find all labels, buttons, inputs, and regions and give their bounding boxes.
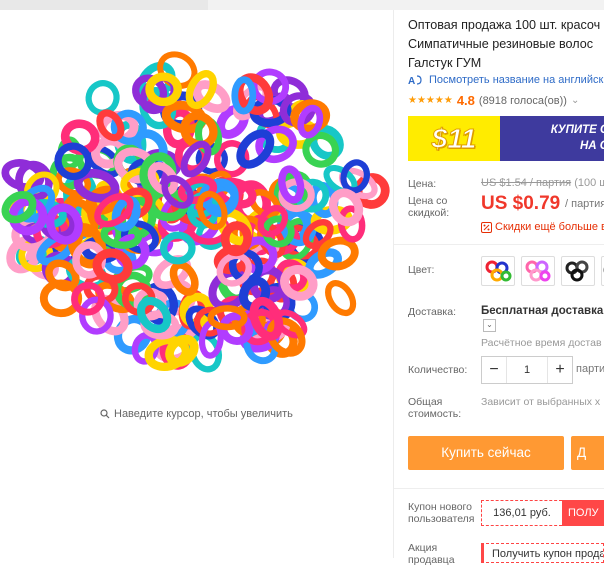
discount-price-label-line: скидкой: (408, 207, 450, 219)
total-label: Общая стоимость: (408, 396, 461, 420)
section-divider (394, 244, 604, 245)
banner-price-box: $11 (408, 116, 500, 161)
translate-link-text[interactable]: Посмотреть название на английск (429, 74, 603, 86)
color-swatch[interactable] (481, 256, 515, 286)
rating[interactable]: ★★★★★ 4.8 (8918 голоса(ов)) ⌄ (408, 93, 579, 108)
total-label-line: стоимость: (408, 408, 462, 420)
store-promo-label: Акция продавца (408, 542, 455, 566)
product-title-line: Галстук ГУМ (408, 56, 482, 70)
product-image[interactable] (0, 24, 393, 394)
total-label-line: Общая (408, 396, 443, 408)
magnifier-icon (100, 409, 110, 419)
banner-price: $11 (431, 122, 477, 154)
zoom-hint-text: Наведите курсор, чтобы увеличить (114, 408, 293, 420)
svg-text:A: A (408, 76, 415, 86)
hair-ties-illustration (1, 51, 390, 373)
coupon-label-line: Купон нового (408, 501, 472, 513)
banner-text: КУПИТЕ СЕ НА СЛ (506, 122, 604, 154)
product-title: Оптовая продажа 100 шт. красоч Симпатичн… (408, 16, 604, 73)
store-coupon-button[interactable]: Получить купон продав (481, 543, 604, 563)
total-value: Зависит от выбранных х (481, 396, 601, 408)
translate-link[interactable]: A Посмотреть название на английск (408, 74, 603, 86)
shipping-value: Бесплатная доставка в (481, 305, 604, 317)
rating-value: 4.8 (456, 93, 475, 108)
hair-tie (325, 280, 357, 317)
hair-tie (236, 129, 275, 169)
quantity-unit: парти (576, 363, 604, 375)
add-to-cart-button[interactable]: Д (571, 436, 604, 470)
color-swatches (481, 256, 604, 286)
buy-now-button[interactable]: Купить сейчас (408, 436, 564, 470)
discount-price-label-line: Цена со (408, 195, 448, 207)
store-promo-label-line: Акция (408, 542, 438, 554)
discount-note-text[interactable]: Скидки ещё больше в (495, 221, 604, 233)
quantity-stepper: − 1 + (481, 356, 573, 384)
get-coupon-button[interactable]: ПОЛУ (562, 500, 604, 526)
price-label: Цена: (408, 178, 437, 190)
section-divider (394, 488, 604, 489)
promo-banner[interactable]: $11 КУПИТЕ СЕ НА СЛ (408, 116, 604, 161)
discount-price-label: Цена со скидкой: (408, 195, 449, 219)
store-promo-label-line: продавца (408, 554, 455, 566)
quantity-increase-button[interactable]: + (548, 357, 572, 383)
quantity-label: Количество: (408, 364, 468, 376)
translate-icon: A (408, 75, 422, 86)
chevron-down-icon[interactable]: ⌄ (571, 95, 579, 106)
per-lot: / партия (565, 198, 604, 210)
quantity-decrease-button[interactable]: − (482, 357, 506, 383)
old-price-value: US $1.54 / партия (481, 177, 572, 189)
product-title-line: Оптовая продажа 100 шт. красоч (408, 18, 601, 32)
shipping-label: Доставка: (408, 306, 457, 318)
top-bar-left (0, 0, 208, 10)
more-discounts-link[interactable]: Скидки ещё больше в (481, 221, 604, 233)
color-swatch[interactable] (521, 256, 555, 286)
color-swatch[interactable] (561, 256, 595, 286)
rating-count[interactable]: (8918 голоса(ов)) (479, 95, 567, 107)
new-user-coupon-label: Купон нового пользователя (408, 501, 475, 525)
new-user-coupon[interactable]: 136,01 руб. ПОЛУ (481, 500, 604, 526)
old-price-suffix: (100 ш (574, 177, 604, 189)
coupon-label-line: пользователя (408, 513, 475, 525)
old-price: US $1.54 / партия (100 ш (481, 177, 604, 189)
hair-tie (340, 159, 370, 194)
zoom-hint: Наведите курсор, чтобы увеличить (100, 408, 293, 420)
product-title-line: Симпатичные резиновые волос (408, 37, 594, 51)
discount-tag-icon (481, 221, 492, 233)
coupon-value: 136,01 руб. (481, 500, 562, 526)
column-divider (393, 10, 394, 558)
color-label: Цвет: (408, 264, 435, 276)
star-rating-icon: ★★★★★ (408, 95, 453, 106)
banner-line: НА СЛ (579, 140, 604, 152)
banner-line: КУПИТЕ СЕ (550, 124, 604, 136)
discount-price: US $0.79 (481, 193, 561, 214)
quantity-input[interactable]: 1 (506, 357, 548, 383)
shipping-time: Расчётное время достав (481, 337, 602, 349)
chevron-down-icon[interactable]: ⌄ (483, 319, 496, 332)
